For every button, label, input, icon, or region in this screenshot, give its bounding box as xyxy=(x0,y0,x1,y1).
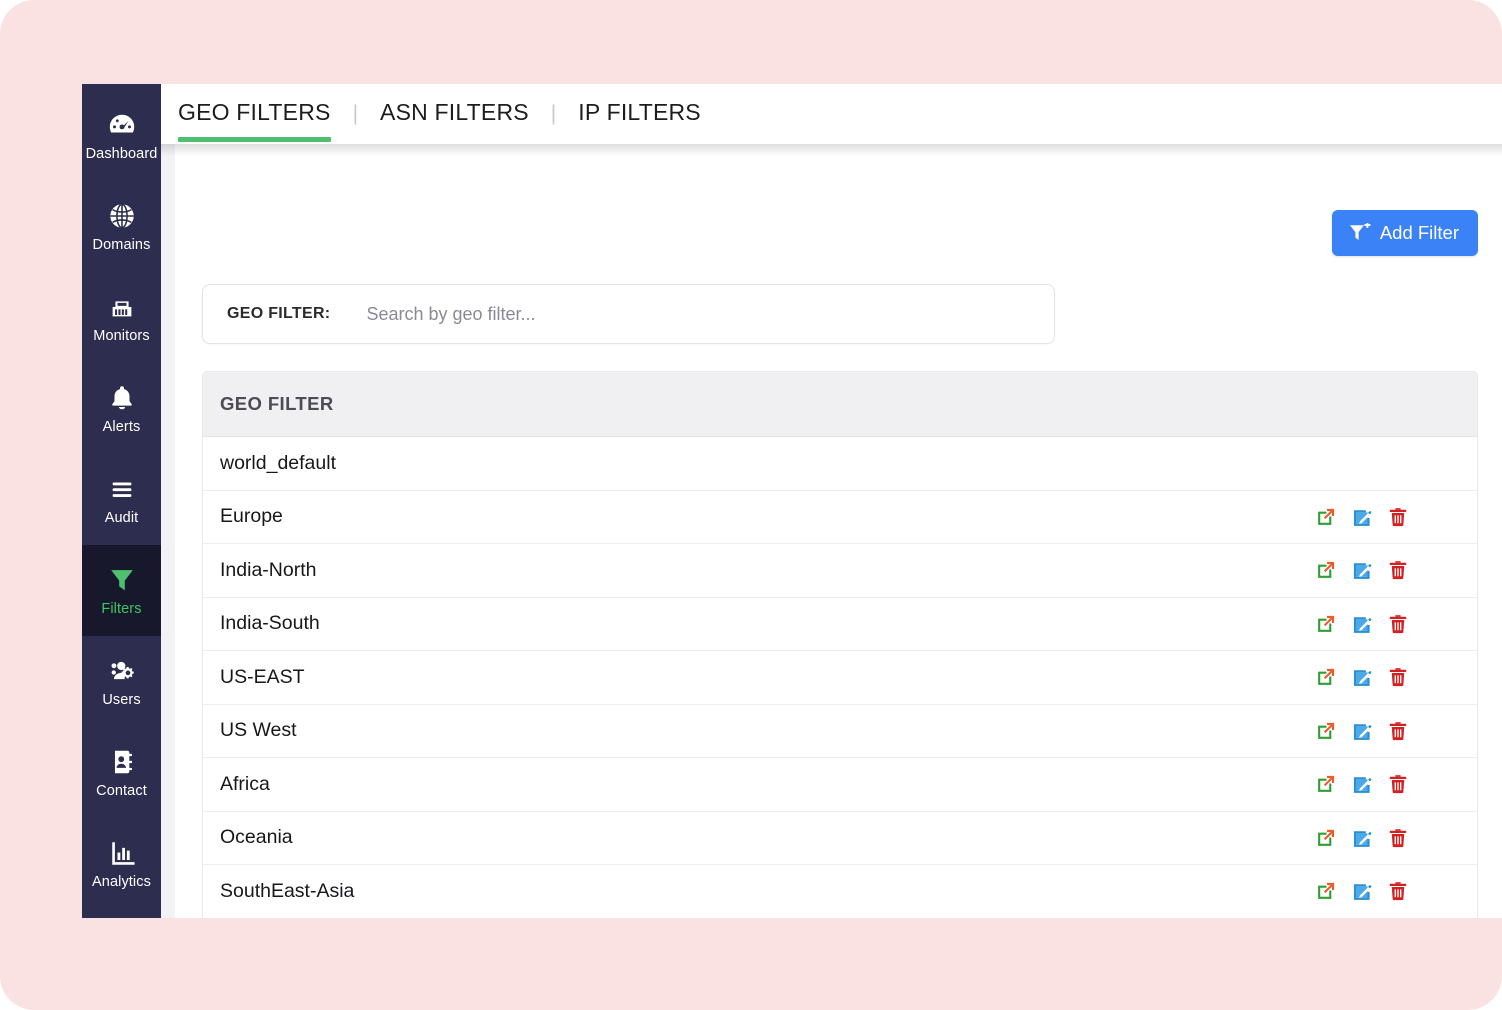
edit-pencil-icon[interactable] xyxy=(1351,506,1373,528)
trash-icon[interactable] xyxy=(1387,720,1409,742)
row-actions xyxy=(1315,880,1409,902)
sidebar-item-contact[interactable]: Contact xyxy=(82,727,161,818)
toolbar: Add Filter xyxy=(1331,210,1478,256)
external-link-icon[interactable] xyxy=(1315,506,1337,528)
users-gear-icon xyxy=(107,656,137,686)
funnel-icon xyxy=(107,565,137,595)
geo-filter-name: US-EAST xyxy=(220,665,305,688)
sidebar-item-filters[interactable]: Filters xyxy=(82,545,161,636)
row-actions xyxy=(1315,720,1409,742)
sidebar-item-alerts[interactable]: Alerts xyxy=(82,363,161,454)
geo-filter-name: Europe xyxy=(220,505,283,528)
table-row: US West xyxy=(203,703,1477,757)
sidebar-item-users[interactable]: Users xyxy=(82,636,161,727)
sidebar-item-label: Contact xyxy=(96,782,147,799)
geo-filter-name: India-North xyxy=(220,558,317,581)
tab-ip-filters[interactable]: IP FILTERS xyxy=(578,87,701,142)
gauge-icon xyxy=(107,110,137,140)
edit-pencil-icon[interactable] xyxy=(1351,773,1373,795)
geo-filter-name: SouthEast-Asia xyxy=(220,879,355,902)
trash-icon[interactable] xyxy=(1387,506,1409,528)
table-row: Africa xyxy=(203,757,1477,811)
external-link-icon[interactable] xyxy=(1315,880,1337,902)
bell-icon xyxy=(107,383,137,413)
sidebar-item-label: Audit xyxy=(104,509,139,526)
external-link-icon[interactable] xyxy=(1315,559,1337,581)
network-port-icon xyxy=(107,292,137,322)
trash-icon[interactable] xyxy=(1387,666,1409,688)
list-lines-icon xyxy=(107,474,137,504)
tab-bar: GEO FILTERS | ASN FILTERS | IP FILTERS xyxy=(161,84,1502,144)
trash-icon[interactable] xyxy=(1387,773,1409,795)
external-link-icon[interactable] xyxy=(1315,666,1337,688)
geo-filter-name: world_default xyxy=(220,451,336,474)
table-body: world_default Europe India-North India-Sout… xyxy=(203,436,1477,918)
row-actions xyxy=(1315,827,1409,849)
geo-filter-search-box[interactable]: GEO FILTER: xyxy=(202,284,1055,344)
external-link-icon[interactable] xyxy=(1315,827,1337,849)
geo-filter-table: GEO FILTER world_default Europe India-Nort… xyxy=(202,371,1478,918)
table-row: SouthEast-Asia xyxy=(203,864,1477,918)
sidebar: Dashboard Domains Monitors Alerts Audit Filte… xyxy=(82,84,161,918)
trash-icon[interactable] xyxy=(1387,880,1409,902)
trash-icon[interactable] xyxy=(1387,559,1409,581)
table-row: US-EAST xyxy=(203,650,1477,704)
globe-icon xyxy=(107,201,137,231)
sidebar-item-domains[interactable]: Domains xyxy=(82,181,161,272)
add-filter-button[interactable]: Add Filter xyxy=(1331,210,1478,256)
sidebar-item-analytics[interactable]: Analytics xyxy=(82,818,161,909)
row-actions xyxy=(1315,666,1409,688)
edit-pencil-icon[interactable] xyxy=(1351,559,1373,581)
edit-pencil-icon[interactable] xyxy=(1351,666,1373,688)
sidebar-item-audit[interactable]: Audit xyxy=(82,454,161,545)
table-row: India-North xyxy=(203,543,1477,597)
external-link-icon[interactable] xyxy=(1315,720,1337,742)
edit-pencil-icon[interactable] xyxy=(1351,827,1373,849)
sidebar-item-label: Filters xyxy=(101,600,142,617)
table-row: Europe xyxy=(203,489,1477,543)
table-row: Oceania xyxy=(203,810,1477,864)
sidebar-item-label: Monitors xyxy=(93,327,150,344)
sidebar-item-monitors[interactable]: Monitors xyxy=(82,272,161,363)
add-filter-label: Add Filter xyxy=(1379,222,1459,243)
row-actions xyxy=(1315,559,1409,581)
table-header-row: GEO FILTER xyxy=(203,372,1477,436)
sidebar-item-label: Analytics xyxy=(92,873,151,890)
bar-chart-icon xyxy=(107,838,137,868)
column-header-geo-filter: GEO FILTER xyxy=(220,393,334,414)
trash-icon[interactable] xyxy=(1387,613,1409,635)
edit-pencil-icon[interactable] xyxy=(1351,613,1373,635)
geo-filter-name: Oceania xyxy=(220,826,293,849)
sidebar-item-label: Dashboard xyxy=(85,145,158,162)
sidebar-item-label: Alerts xyxy=(102,418,141,435)
sidebar-item-label: Domains xyxy=(92,236,151,253)
table-row: world_default xyxy=(203,436,1477,490)
sidebar-item-label: Users xyxy=(102,691,141,708)
trash-icon[interactable] xyxy=(1387,827,1409,849)
sidebar-item-dashboard[interactable]: Dashboard xyxy=(82,90,161,181)
tab-geo-filters[interactable]: GEO FILTERS xyxy=(178,87,331,142)
table-row: India-South xyxy=(203,596,1477,650)
edit-pencil-icon[interactable] xyxy=(1351,720,1373,742)
geo-filter-name: Africa xyxy=(220,772,270,795)
tab-asn-filters[interactable]: ASN FILTERS xyxy=(380,87,529,142)
tab-separator: | xyxy=(550,102,557,125)
edit-pencil-icon[interactable] xyxy=(1351,880,1373,902)
search-label: GEO FILTER: xyxy=(227,305,331,322)
tab-separator: | xyxy=(352,102,359,125)
funnel-plus-icon xyxy=(1349,223,1371,243)
row-actions xyxy=(1315,773,1409,795)
external-link-icon[interactable] xyxy=(1315,613,1337,635)
address-book-icon xyxy=(107,747,137,777)
row-actions xyxy=(1315,613,1409,635)
geo-filter-name: India-South xyxy=(220,612,320,635)
row-actions xyxy=(1315,506,1409,528)
main-content: Add Filter GEO FILTER: GEO FILTER world_… xyxy=(175,156,1502,918)
external-link-icon[interactable] xyxy=(1315,773,1337,795)
geo-filter-name: US West xyxy=(220,719,297,742)
sidebar-content-gutter xyxy=(161,84,175,918)
search-input[interactable] xyxy=(366,285,1054,343)
